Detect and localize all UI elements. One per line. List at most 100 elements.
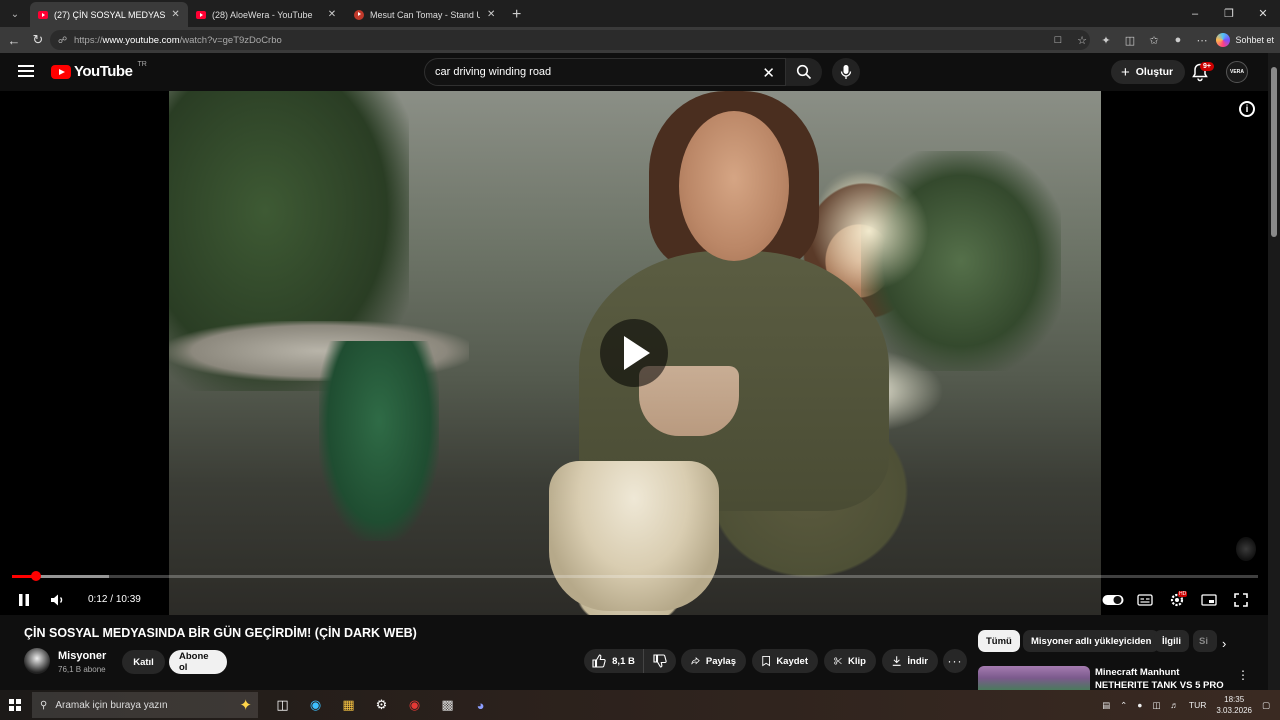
hd-badge-icon: HD [1178,591,1188,597]
chip-related[interactable]: İlgili [1154,630,1189,652]
app-available-icon[interactable]: □ [1050,31,1066,49]
duration: 10:39 [115,594,141,605]
progress-scrubber-handle[interactable] [30,571,41,581]
subtitles-button[interactable] [1136,585,1154,615]
clock-date: 3.03.2026 [1216,706,1252,715]
channel-avatar[interactable] [24,648,50,674]
microphone-tray-icon[interactable]: ● [1137,700,1142,710]
reload-icon[interactable]: ↻ [26,29,50,51]
tab-actions-chevron-icon[interactable]: ⌄ [4,3,26,25]
chip-from-uploader[interactable]: Misyoner adlı yükleyiciden [1023,630,1160,652]
like-count: 8,1 B [612,655,635,667]
clip-button[interactable]: Klip [824,649,876,673]
settings-more-icon[interactable]: ⋯ [1194,31,1210,49]
close-tab-icon[interactable]: ✕ [326,9,338,20]
split-screen-icon[interactable]: ◫ [1122,31,1138,49]
browser-tab-2[interactable]: (28) AloeWera - YouTube ✕ [188,2,346,27]
like-button[interactable]: 8,1 B [584,649,644,673]
profile-icon[interactable]: ● [1170,31,1186,49]
progress-bar[interactable] [12,571,1258,581]
browser-tab-1[interactable]: (27) ÇİN SOSYAL MEDYASINDA BİR ✕ [30,2,188,27]
hamburger-menu-icon[interactable] [18,65,34,77]
page-scrollbar-thumb[interactable] [1271,67,1277,237]
extensions-puzzle-icon[interactable]: ✦ [1098,31,1114,49]
clear-search-icon[interactable]: ✕ [762,64,775,82]
app-settings-icon[interactable]: ⚙ [365,693,398,717]
save-button[interactable]: Kaydet [752,649,818,673]
channel-watermark[interactable] [1236,537,1256,561]
browser-tab-title: Mesut Can Tomay - Stand Up | tiya [370,9,481,20]
maximize-icon[interactable]: ❐ [1212,0,1246,27]
search-input[interactable]: car driving winding road ✕ [424,58,786,86]
input-language[interactable]: TUR [1189,700,1206,710]
taskbar-search-placeholder: Aramak için buraya yazın [55,699,168,711]
notification-center-icon[interactable]: ▢ [1262,700,1270,711]
widgets-icon[interactable]: ▤ [1102,700,1110,711]
generic-app-icon[interactable]: ▩ [431,693,464,717]
video-title: ÇİN SOSYAL MEDYASINDA BİR GÜN GEÇİRDİM! … [24,626,417,640]
new-tab-plus-icon[interactable]: + [512,6,521,24]
settings-button[interactable]: HD [1168,585,1188,615]
pause-button[interactable] [14,585,34,615]
miniplayer-button[interactable] [1200,585,1218,615]
create-label: Oluştur [1135,66,1174,78]
system-tray: ▤ ⌃ ● ◫ ♬ TUR 18:35 3.03.2026 ▢ [1102,690,1270,720]
edge-browser-icon[interactable]: ◉ [299,693,332,717]
media-app-icon[interactable]: ◉ [398,693,431,717]
clock[interactable]: 18:35 3.03.2026 [1216,694,1252,716]
subscribe-button[interactable]: Abone ol [169,650,227,674]
close-window-icon[interactable]: ✕ [1246,0,1280,27]
browser-tab-3[interactable]: Mesut Can Tomay - Stand Up | tiya ✕ [346,2,504,27]
discord-icon[interactable]: ◕ [464,693,497,717]
site-info-icon[interactable]: ☍ [58,35,68,45]
taskbar-search-box[interactable]: ⚲ Aramak için buraya yazın ✦ [32,692,258,718]
youtube-play-logo-icon [51,64,71,79]
page-scrollbar[interactable] [1268,53,1280,690]
copilot-chat-button[interactable]: Sohbet et [1216,30,1274,50]
account-avatar[interactable]: VERA [1226,61,1248,83]
task-view-icon[interactable]: ◫ [266,693,299,717]
fullscreen-button[interactable] [1232,585,1250,615]
chip-truncated[interactable]: Si [1193,630,1217,652]
minimize-icon[interactable]: – [1178,0,1212,27]
browser-tabstrip: ⌄ (27) ÇİN SOSYAL MEDYASINDA BİR ✕ (28) … [0,0,1280,27]
channel-subscriber-count: 76,1 B abone [58,665,106,674]
browser-toolbar: ← ↻ ☍ https://www.youtube.com/watch?v=ge… [0,27,1280,53]
search-button[interactable] [786,58,822,86]
create-button[interactable]: + Oluştur [1111,60,1186,84]
back-arrow-icon[interactable]: ← [2,29,26,51]
join-button[interactable]: Katıl [122,650,165,674]
show-hidden-icons-chevron-icon[interactable]: ⌃ [1120,700,1127,711]
windows-start-icon[interactable] [9,699,21,711]
close-tab-icon[interactable]: ✕ [486,9,496,20]
mute-button[interactable] [48,585,68,615]
recommended-video-thumbnail[interactable] [978,666,1090,690]
recommended-video-menu-icon[interactable]: ⋮ [1237,668,1249,682]
youtube-favicon-icon [38,10,48,19]
close-tab-icon[interactable]: ✕ [171,9,180,20]
time-separator: / [107,594,116,605]
download-icon [892,656,901,666]
file-explorer-icon[interactable]: ▦ [332,693,365,717]
favorite-star-icon[interactable]: ☆ [1074,31,1090,49]
voice-search-button[interactable] [832,58,860,86]
favorites-icon[interactable]: ✩ [1146,31,1162,49]
video-scene-face [679,111,789,261]
dislike-button[interactable] [644,649,676,673]
volume-tray-icon[interactable]: ♬ [1170,700,1179,710]
address-bar[interactable]: ☍ https://www.youtube.com/watch?v=geT9zD… [50,30,1090,50]
chips-next-chevron-icon[interactable]: › [1222,636,1226,651]
scissors-icon [834,657,842,665]
more-actions-icon[interactable]: ··· [943,649,967,673]
network-icon[interactable]: ◫ [1152,700,1160,711]
big-play-button[interactable] [600,319,668,387]
youtube-logo[interactable]: YouTube TR [51,61,147,80]
autoplay-toggle[interactable] [1102,585,1124,615]
address-bar-actions: □ ☆ ✦ ◫ ✩ ● ⋯ [1050,31,1210,49]
channel-name[interactable]: Misyoner [58,650,106,662]
chip-all[interactable]: Tümü [978,630,1020,652]
video-player[interactable]: i 0:12 / 10:39 HD [0,91,1268,615]
share-button[interactable]: Paylaş [681,649,746,673]
download-button[interactable]: İndir [882,649,938,673]
info-icon[interactable]: i [1239,101,1255,117]
